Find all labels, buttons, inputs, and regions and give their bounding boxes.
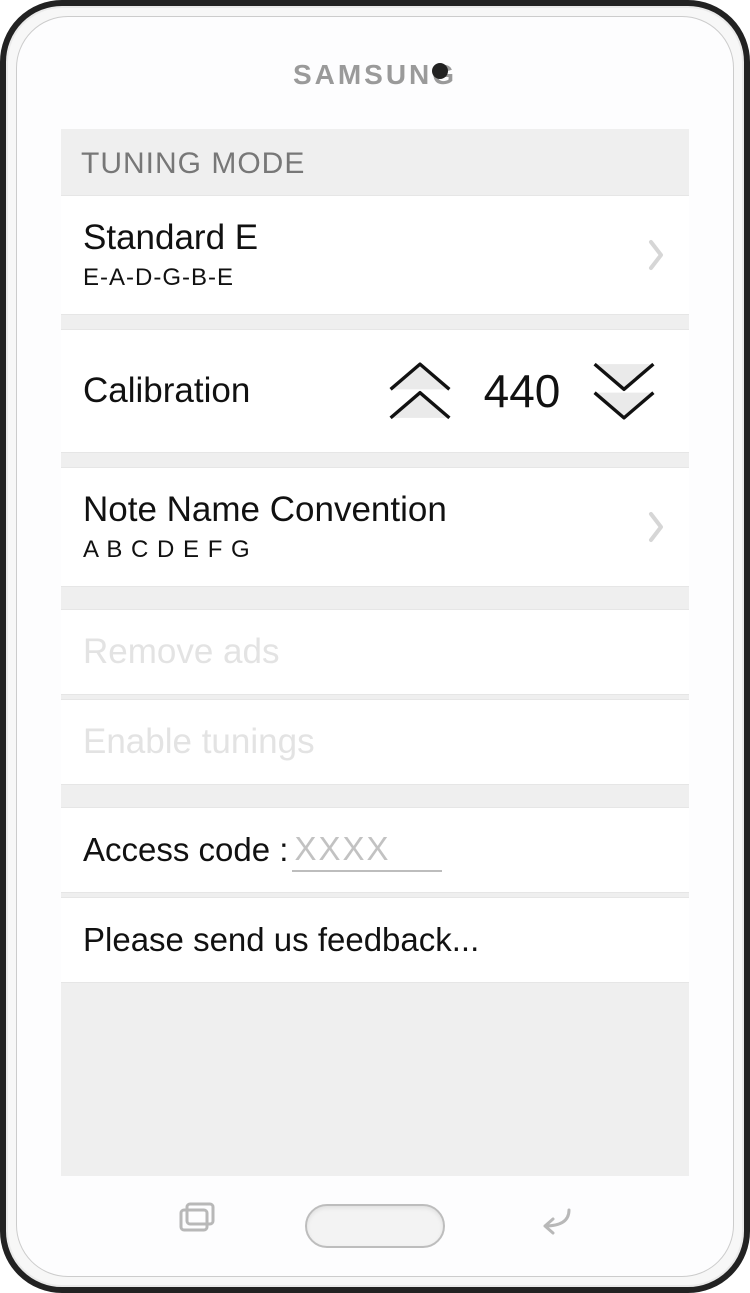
tuning-title: Standard E: [83, 218, 637, 258]
nav-recent-button[interactable]: [157, 1188, 237, 1248]
chevron-right-icon: [637, 238, 667, 272]
volume-rocker: [746, 276, 750, 436]
feedback-label: Please send us feedback...: [83, 921, 479, 959]
chevron-right-icon: [637, 510, 667, 544]
calibration-stepper: 440: [377, 348, 667, 434]
calibration-up-button[interactable]: [377, 348, 463, 434]
power-button: [746, 166, 750, 236]
row-calibration: Calibration 440: [61, 329, 689, 453]
convention-title: Note Name Convention: [83, 490, 637, 530]
enable-tunings-label: Enable tunings: [83, 722, 315, 762]
row-tuning-selection[interactable]: Standard E E-A-D-G-B-E: [61, 195, 689, 315]
calibration-down-button[interactable]: [581, 348, 667, 434]
back-icon: [531, 1200, 575, 1236]
remove-ads-label: Remove ads: [83, 632, 279, 672]
access-code-label: Access code :: [83, 831, 288, 869]
tuning-subtitle: E-A-D-G-B-E: [83, 264, 637, 292]
calibration-value: 440: [477, 364, 567, 418]
row-enable-tunings[interactable]: Enable tunings: [61, 699, 689, 785]
calibration-label: Calibration: [83, 371, 377, 411]
app-screen: TUNING MODE Standard E E-A-D-G-B-E Calib…: [61, 129, 689, 1176]
convention-subtitle: A B C D E F G: [83, 536, 637, 564]
row-feedback[interactable]: Please send us feedback...: [61, 897, 689, 983]
device-frame: SAMSUNG TUNING MODE Standard E E-A-D-G-B…: [0, 0, 750, 1293]
section-header-tuning-mode: TUNING MODE: [61, 129, 689, 195]
row-access-code: Access code :: [61, 807, 689, 893]
chevron-up-double-icon: [378, 349, 462, 433]
nav-back-button[interactable]: [513, 1188, 593, 1248]
device-brand: SAMSUNG: [17, 59, 733, 91]
recent-apps-icon: [175, 1200, 219, 1236]
row-remove-ads[interactable]: Remove ads: [61, 609, 689, 695]
nav-home-button[interactable]: [305, 1204, 445, 1248]
row-note-convention[interactable]: Note Name Convention A B C D E F G: [61, 467, 689, 587]
device-bezel: SAMSUNG TUNING MODE Standard E E-A-D-G-B…: [16, 16, 734, 1277]
access-code-input[interactable]: [292, 828, 442, 872]
chevron-down-double-icon: [582, 349, 666, 433]
